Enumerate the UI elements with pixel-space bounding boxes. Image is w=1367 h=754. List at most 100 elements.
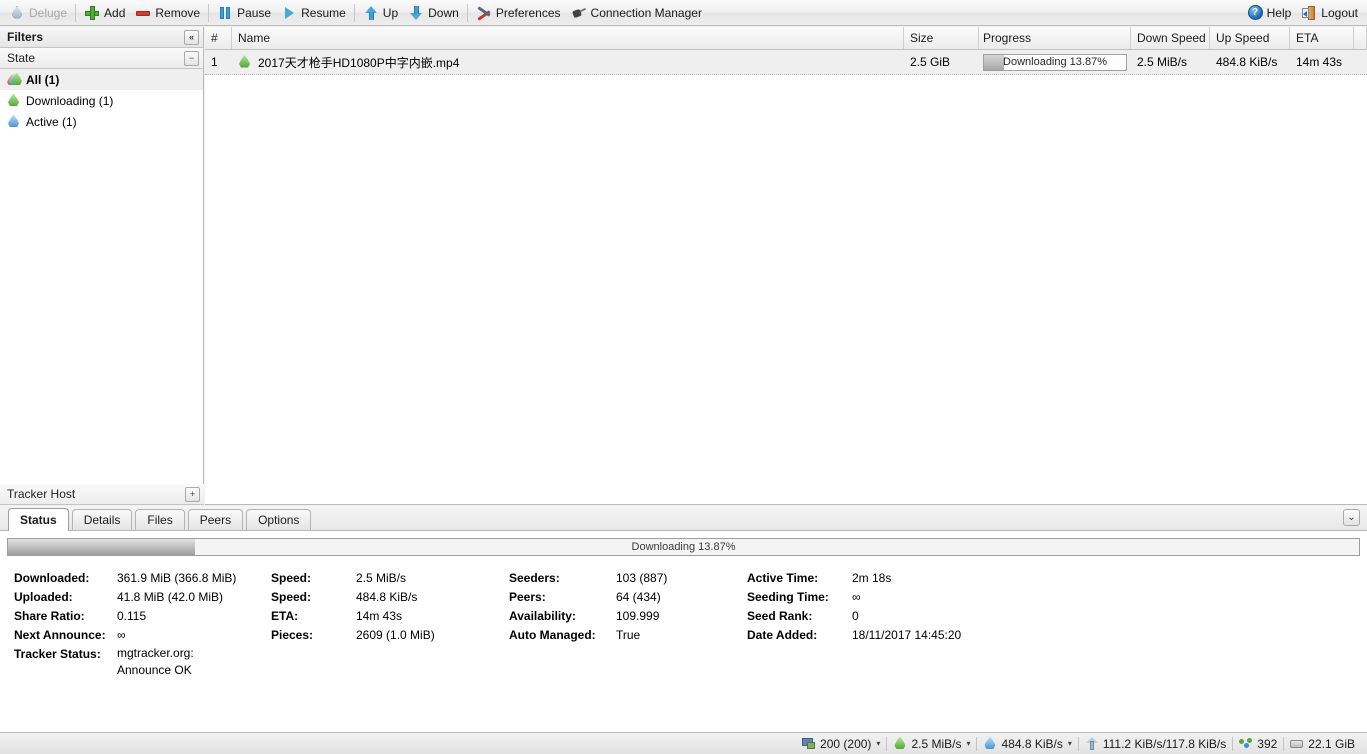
- stats-values: 2.5 MiB/s 484.8 KiB/s 14m 43s 2609 (1.0 …: [356, 569, 509, 679]
- label-eta: ETA:: [271, 609, 299, 623]
- column-header-name[interactable]: Name: [232, 27, 904, 49]
- move-down-button[interactable]: Down: [403, 2, 464, 24]
- arrow-up-icon: [363, 5, 379, 21]
- protocol-traffic-status[interactable]: 111.2 KiB/s/117.8 KiB/s: [1079, 736, 1232, 751]
- status-tab-content: Downloading 13.87% Downloaded: Uploaded:…: [0, 531, 1367, 732]
- torrent-grid-header: # Name Size Progress Down Speed Up Speed…: [205, 27, 1367, 50]
- row-up-speed: 484.8 KiB/s: [1216, 55, 1278, 69]
- peers-status[interactable]: 392: [1233, 737, 1283, 751]
- value-eta: 14m 43s: [356, 609, 403, 623]
- tab-peers[interactable]: Peers: [187, 509, 244, 530]
- help-button[interactable]: ? Help: [1243, 2, 1297, 24]
- chevron-down-icon: ▾: [966, 739, 971, 748]
- column-header-filler[interactable]: [1354, 27, 1367, 49]
- sidebar-item-all[interactable]: All (1): [0, 69, 203, 90]
- value-share-ratio: 0.115: [117, 609, 147, 623]
- free-space-value: 22.1 GiB: [1308, 736, 1355, 751]
- filters-header: Filters «: [0, 27, 203, 48]
- stats-values: 2m 18s ∞ 0 18/11/2017 14:45:20: [852, 569, 1007, 679]
- label-availability: Availability:: [509, 609, 576, 623]
- connections-icon: [802, 737, 816, 751]
- column-header-down-speed[interactable]: Down Speed: [1131, 27, 1210, 49]
- move-up-button-label: Up: [382, 5, 399, 20]
- collapse-details-button[interactable]: ⌄: [1343, 509, 1360, 526]
- stats-column-1: Downloaded: Uploaded: Share Ratio: Next …: [14, 569, 271, 679]
- sidebar-item-active[interactable]: Active (1): [0, 111, 203, 132]
- column-header-number[interactable]: #: [205, 27, 232, 49]
- logout-button[interactable]: Logout: [1296, 2, 1363, 24]
- download-speed-status[interactable]: 2.5 MiB/s ▾: [887, 736, 976, 751]
- column-header-eta[interactable]: ETA: [1290, 27, 1354, 49]
- toolbar-divider: [208, 3, 210, 22]
- download-drop-icon: [893, 736, 907, 751]
- stats-labels: Speed: Speed: ETA: Pieces:: [271, 569, 356, 679]
- connection-manager-button[interactable]: Connection Manager: [566, 2, 707, 24]
- tab-files[interactable]: Files: [135, 509, 185, 530]
- toolbar-divider: [75, 3, 77, 22]
- stats-column-2: Speed: Speed: ETA: Pieces: 2.5 MiB/s 484…: [271, 569, 509, 679]
- remove-button[interactable]: Remove: [130, 2, 205, 24]
- filters-sidebar: Filters « State − All (1) Downloading (1…: [0, 27, 204, 505]
- tracker-host-header[interactable]: Tracker Host +: [0, 484, 204, 505]
- connections-status[interactable]: 200 (200) ▾: [796, 737, 886, 751]
- chevron-down-icon: ▾: [876, 739, 881, 748]
- upload-drop-icon: [983, 736, 997, 751]
- sidebar-item-all-label: All (1): [26, 72, 60, 87]
- column-header-up-speed[interactable]: Up Speed: [1210, 27, 1290, 49]
- filters-title: Filters: [7, 30, 44, 44]
- plug-icon: [571, 5, 587, 21]
- label-share-ratio: Share Ratio:: [14, 609, 85, 623]
- label-date-added: Date Added:: [747, 628, 818, 642]
- play-icon: [281, 5, 297, 21]
- minus-icon: [135, 5, 151, 21]
- peers-value: 392: [1257, 736, 1278, 751]
- free-space-status[interactable]: 22.1 GiB: [1284, 737, 1361, 751]
- collapse-sidebar-button[interactable]: «: [184, 29, 199, 45]
- protocol-icon: [1085, 736, 1099, 751]
- main-toolbar: Deluge Add Remove Pause Resume Up Down P…: [0, 0, 1367, 26]
- value-uploaded: 41.8 MiB (42.0 MiB): [117, 590, 224, 604]
- row-name-cell: 2017天才枪手HD1080P中字内嵌.mp4: [232, 50, 904, 74]
- status-bar: 200 (200) ▾ 2.5 MiB/s ▾ 484.8 KiB/s ▾ 11…: [0, 732, 1367, 754]
- row-down-speed: 2.5 MiB/s: [1137, 55, 1188, 69]
- move-up-button[interactable]: Up: [358, 2, 403, 24]
- app-brand: Deluge: [4, 2, 72, 24]
- move-down-button-label: Down: [428, 5, 459, 20]
- column-header-progress[interactable]: Progress: [979, 27, 1131, 49]
- resume-button-label: Resume: [301, 5, 346, 20]
- value-seed-rank: 0: [852, 609, 859, 623]
- label-uploaded: Uploaded:: [14, 590, 73, 604]
- expand-tracker-host-button[interactable]: +: [185, 486, 200, 502]
- tab-details[interactable]: Details: [71, 509, 133, 530]
- deluge-logo-icon: [9, 5, 25, 21]
- torrent-progress-bar: Downloading 13.87%: [7, 538, 1360, 556]
- value-tracker-status: mgtracker.org: Announce OK: [117, 646, 194, 677]
- collapse-state-group-button[interactable]: −: [184, 50, 199, 66]
- all-drop-icon: [7, 72, 22, 87]
- state-filter-list: All (1) Downloading (1) Active (1): [0, 69, 203, 132]
- column-header-size[interactable]: Size: [904, 27, 979, 49]
- download-drop-icon: [7, 93, 20, 108]
- upload-speed-status[interactable]: 484.8 KiB/s ▾: [977, 736, 1077, 751]
- stats-labels: Active Time: Seeding Time: Seed Rank: Da…: [747, 569, 852, 679]
- label-down-speed: Speed:: [271, 571, 312, 585]
- pause-button[interactable]: Pause: [212, 2, 276, 24]
- tab-options[interactable]: Options: [246, 509, 312, 530]
- label-active-time: Active Time:: [747, 571, 819, 585]
- stats-values: 361.9 MiB (366.8 MiB) 41.8 MiB (42.0 MiB…: [117, 569, 271, 679]
- label-tracker-status: Tracker Status:: [14, 647, 101, 661]
- value-availability: 109.999: [616, 609, 660, 623]
- toolbar-divider: [466, 3, 468, 22]
- sidebar-item-downloading[interactable]: Downloading (1): [0, 90, 203, 111]
- preferences-button[interactable]: Preferences: [471, 2, 566, 24]
- row-size: 2.5 GiB: [910, 55, 951, 69]
- help-button-label: Help: [1266, 5, 1292, 20]
- resume-button[interactable]: Resume: [276, 2, 351, 24]
- state-group-header[interactable]: State −: [0, 48, 203, 69]
- add-button[interactable]: Add: [79, 2, 130, 24]
- tab-status[interactable]: Status: [8, 508, 69, 531]
- torrent-grid: # Name Size Progress Down Speed Up Speed…: [205, 27, 1367, 505]
- table-row[interactable]: 1 2017天才枪手HD1080P中字内嵌.mp4 2.5 GiB Downlo…: [205, 50, 1367, 75]
- row-number: 1: [211, 55, 218, 69]
- peers-icon: [1239, 737, 1253, 751]
